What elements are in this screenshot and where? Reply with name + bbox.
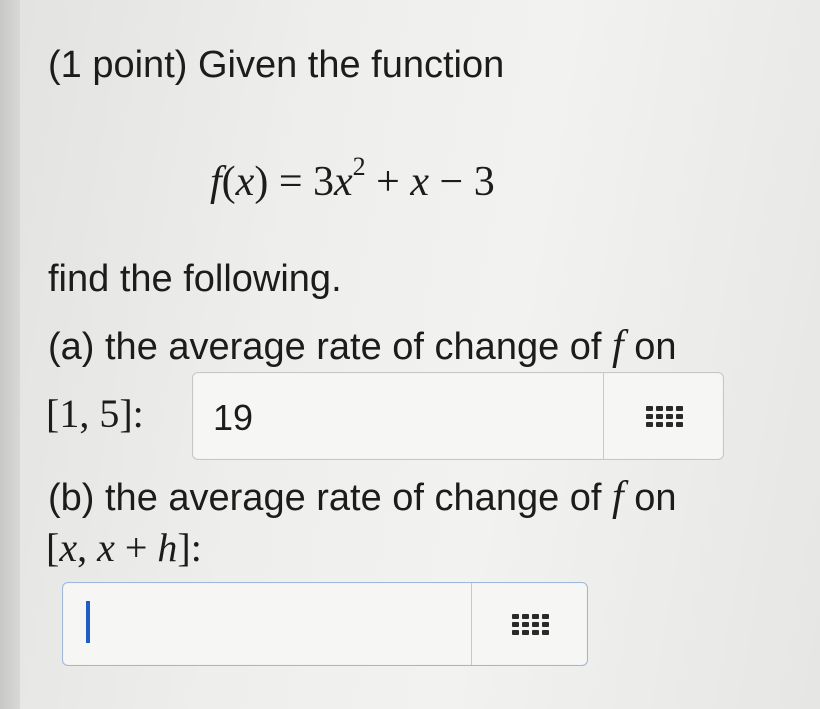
- part-a-answer-box: 19: [192, 372, 724, 460]
- interval-h: h: [157, 525, 178, 570]
- interval-x2: x: [97, 525, 115, 570]
- part-b-prompt-text: (b) the average rate of change of: [48, 477, 602, 519]
- part-b-prompt: (b) the average rate of change of f on: [48, 473, 677, 521]
- formula-coef: 3: [313, 159, 335, 205]
- formula-var: x: [334, 159, 353, 205]
- formula-fn: f: [210, 159, 222, 205]
- left-page-edge: [0, 0, 20, 709]
- part-a-prompt-text: (a) the average rate of change of: [48, 326, 602, 368]
- part-b-keypad-button[interactable]: [473, 583, 587, 665]
- problem-title: (1 point) Given the function: [48, 44, 505, 86]
- part-a-answer-value: 19: [213, 397, 254, 438]
- formula-term2: x: [410, 159, 430, 205]
- formula-plus: +: [376, 159, 400, 205]
- formula-minus: −: [439, 159, 464, 205]
- part-a-prompt-var: f: [612, 323, 624, 369]
- formula-paren-open: (: [221, 159, 236, 205]
- part-b-interval: [x, x + h]:: [46, 524, 202, 571]
- interval-open: [: [46, 525, 60, 570]
- part-a-answer-input[interactable]: 19: [193, 373, 604, 459]
- function-formula: f(x) = 3x2 + x − 3: [210, 154, 495, 206]
- formula-exp: 2: [352, 152, 366, 181]
- interval-plus: +: [114, 525, 158, 570]
- formula-const: 3: [473, 159, 495, 205]
- part-a-prompt: (a) the average rate of change of f on: [48, 322, 677, 370]
- grid-keypad-icon: [511, 613, 549, 635]
- formula-paren-close: ): [254, 159, 269, 205]
- interval-sep: ,: [77, 525, 98, 570]
- interval-x: x: [59, 525, 78, 570]
- formula-equals: =: [278, 159, 303, 205]
- part-b-answer-input[interactable]: [63, 583, 472, 665]
- part-a-keypad-button[interactable]: [605, 373, 723, 459]
- problem-panel: (1 point) Given the function f(x) = 3x2 …: [20, 0, 820, 709]
- part-b-prompt-end: on: [634, 477, 677, 519]
- part-b-answer-box: [62, 582, 588, 666]
- text-cursor: [86, 601, 90, 643]
- interval-close: ]:: [177, 525, 202, 570]
- formula-arg: x: [235, 159, 255, 205]
- part-b-prompt-var: f: [612, 474, 624, 520]
- part-a-interval: [1, 5]:: [46, 391, 144, 436]
- part-a-prompt-end: on: [634, 326, 677, 368]
- instruction-text: find the following.: [48, 258, 342, 300]
- grid-keypad-icon: [645, 405, 683, 427]
